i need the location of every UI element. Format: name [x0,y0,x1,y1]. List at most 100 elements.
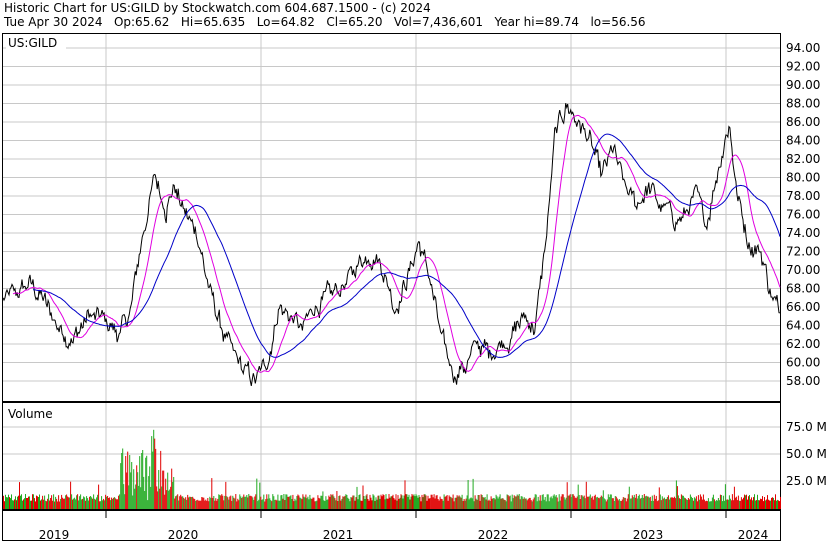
volume-bar [712,494,714,509]
volume-bar [479,500,481,509]
volume-bar [577,484,579,509]
volume-bar [237,498,239,509]
volume-bar [296,496,298,509]
volume-axis: 25.0 M 50.0 M 75.0 M [786,420,827,488]
volume-bar [609,494,611,509]
volume-bar [583,495,585,509]
price-panel-label: US:GILD [8,36,57,50]
volume-bar [404,480,406,509]
volume-bar [144,491,146,509]
volume-bar [234,498,236,509]
volume-bar [691,498,693,509]
volume-bar [764,497,765,509]
volume-bar [513,495,515,509]
volume-bar [402,498,404,509]
volume-bar [254,496,256,509]
volume-bar [603,498,605,509]
volume-bar [634,497,636,509]
volume-bar [482,497,484,509]
volume-bar [551,498,553,509]
volume-bar [536,501,538,509]
volume-bar [125,456,127,509]
volume-bar [755,500,756,509]
volume-bar [416,495,418,509]
volume-bar [64,498,66,509]
volume-bar [511,494,513,509]
volume-bar [147,500,149,509]
volume-bar [318,497,320,509]
volume-bar [355,497,357,509]
volume-bar [67,496,69,509]
volume-bar [552,495,554,509]
volume-bar [650,500,652,509]
volume-bar [562,494,564,509]
volume-bar [106,496,108,509]
volume-bar [140,487,142,509]
volume-bar [523,497,525,509]
volume-bar [388,494,390,509]
volume-bar [34,498,35,509]
x-tick-label: 2024 [738,528,769,542]
volume-bar [585,481,587,509]
volume-bar [445,496,447,509]
volume-bar [631,495,633,509]
volume-bar [214,500,216,509]
volume-bar [252,497,254,509]
volume-bar [604,499,606,509]
volume-bar [621,499,623,509]
volume-bar [579,499,581,509]
volume-bar [370,497,372,509]
volume-bar [492,498,494,509]
volume-bar [149,466,151,509]
price-tick-label: 72.00 [786,245,820,259]
volume-bar [642,497,644,509]
volume-bar [205,499,207,509]
volume-bar [135,484,137,509]
price-axis: 58.00 60.00 62.00 64.00 66.00 68.00 70.00 72.00… [786,41,820,388]
volume-bar [94,498,96,509]
volume-bar [328,495,330,509]
price-tick-label: 94.00 [786,41,820,55]
volume-bar [563,497,565,509]
volume-bar [687,498,689,509]
volume-bar [623,497,625,509]
price-panel-frame [2,33,781,402]
price-tick-label: 84.00 [786,134,820,148]
volume-bar [695,496,697,509]
volume-bar [230,495,232,509]
volume-bar [280,495,282,509]
volume-bar [564,499,566,509]
volume-bar [746,494,747,509]
volume-bar [575,498,577,509]
volume-bar [578,495,580,509]
volume-bar [491,498,493,509]
volume-bar [716,500,718,509]
volume-bar [266,494,268,509]
volume-bar [591,496,593,509]
volume-bar [697,495,699,509]
volume-bar [487,500,489,509]
volume-bar [155,448,157,509]
volume-bar [189,496,191,509]
volume-bar [566,482,568,509]
volume-bar [163,470,165,509]
volume-bar [743,497,744,509]
volume-bar [618,499,620,509]
volume-bar [425,495,427,509]
volume-bar [160,450,162,509]
volume-bar [278,500,280,509]
volume-bar [455,497,457,509]
volume-bar [164,494,166,509]
volume-bar [222,495,224,509]
volume-bar [217,498,219,509]
volume-bar [68,497,70,509]
volume-bar [325,496,327,509]
volume-bar [259,482,261,509]
volume-bar [500,498,502,509]
volume-bar [124,494,126,509]
volume-bar [165,478,167,509]
volume-bar [122,448,124,509]
volume-bar [333,496,335,509]
volume-tick-label: 75.0 M [786,420,827,434]
volume-bar [139,456,141,509]
